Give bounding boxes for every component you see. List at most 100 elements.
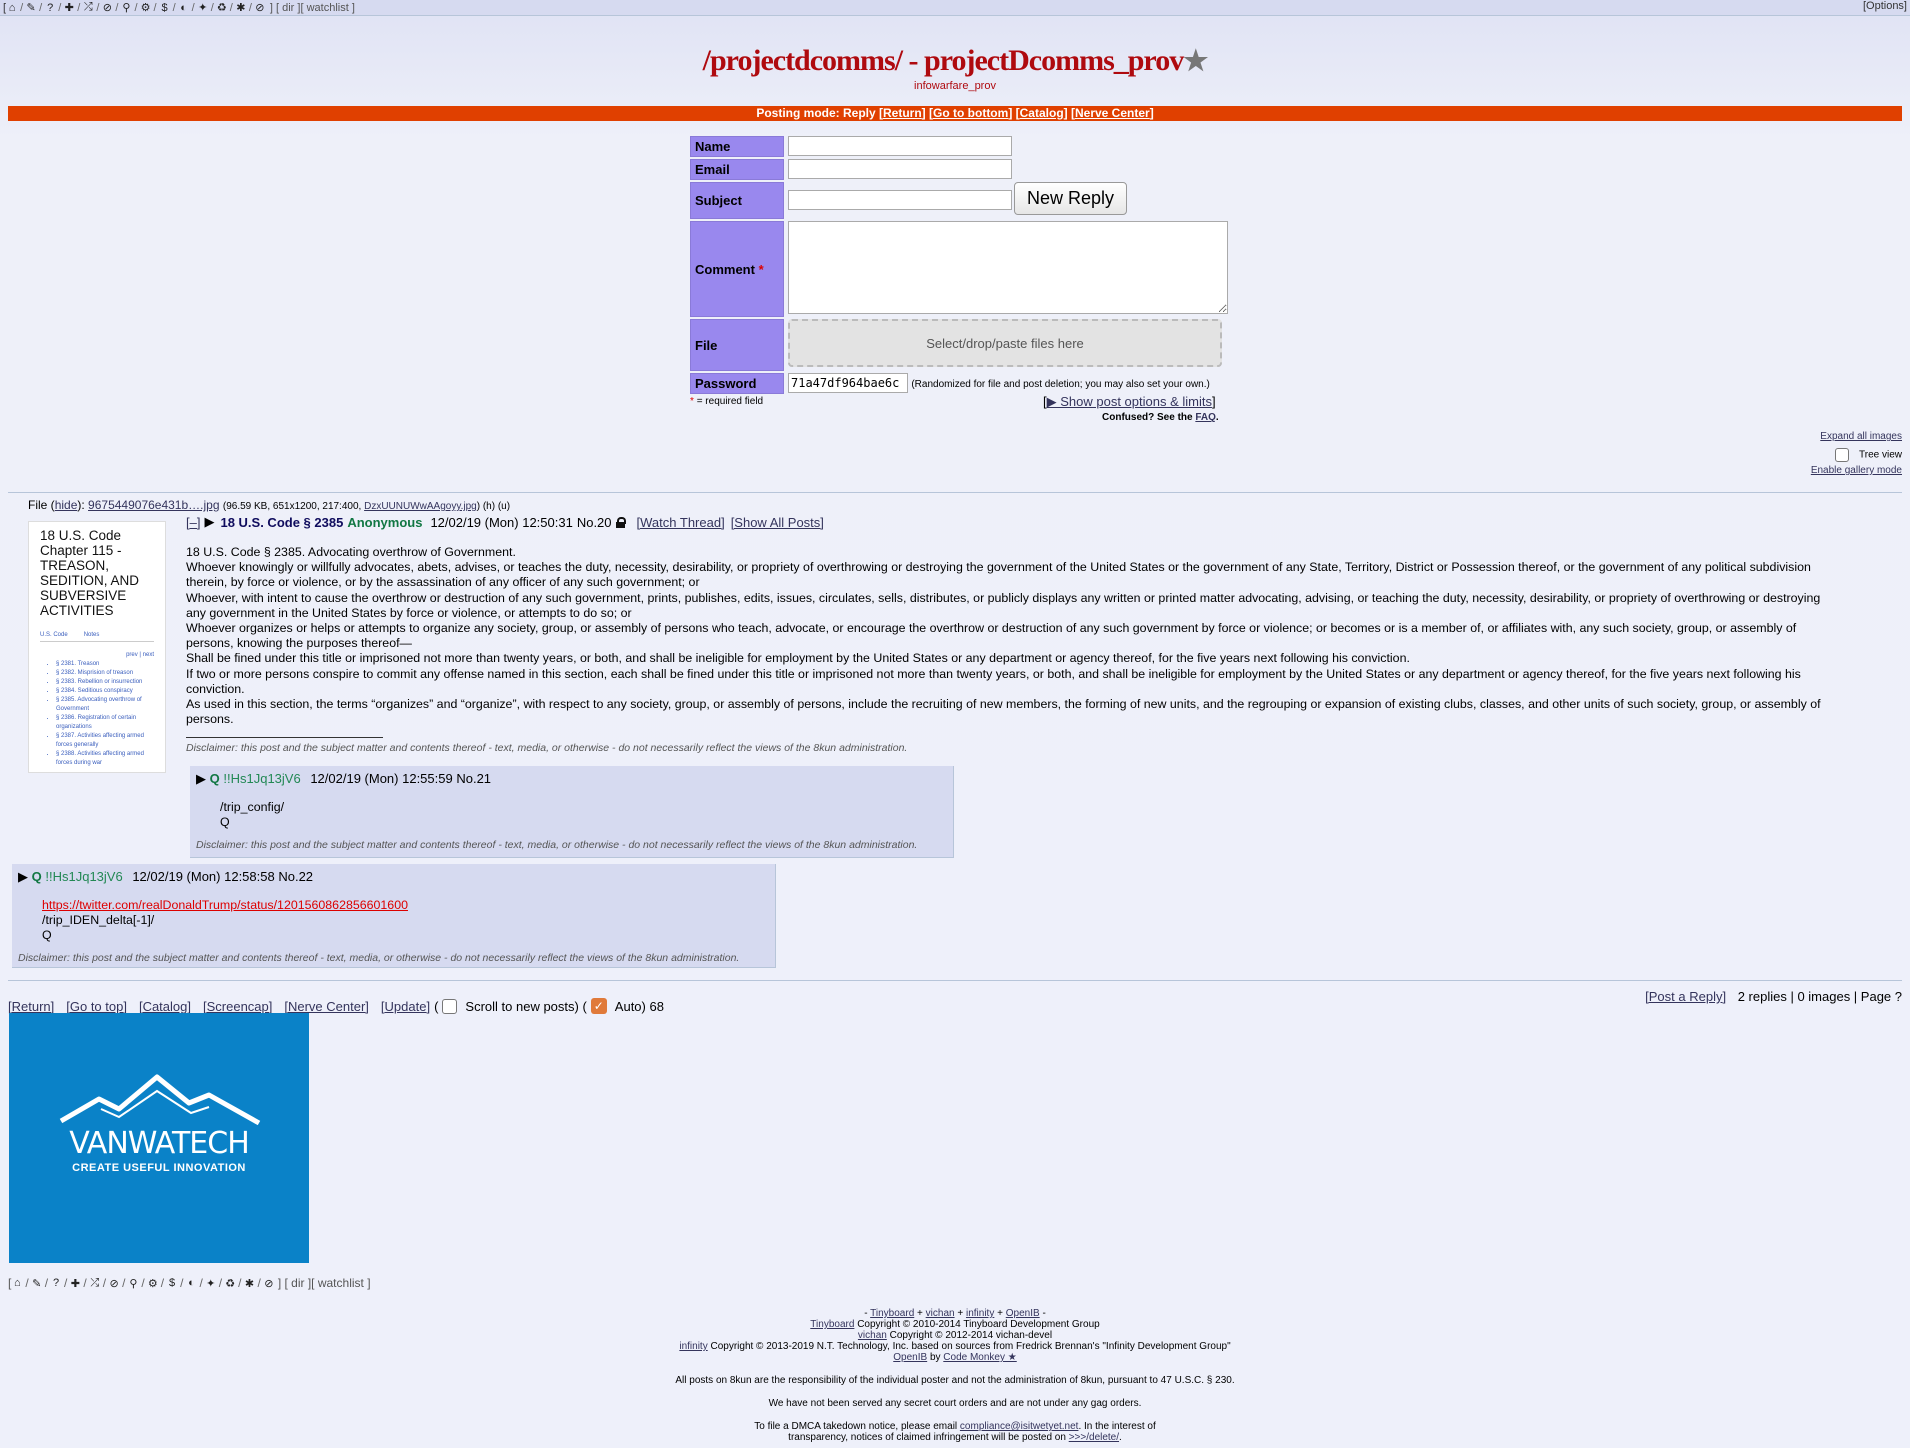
- op-body-line: Whoever, with intent to cause the overth…: [186, 590, 1821, 620]
- file-label: File: [690, 319, 784, 371]
- tinyboard-link[interactable]: Tinyboard: [810, 1319, 854, 1330]
- show-options-link[interactable]: ▶ Show post options & limits: [1047, 394, 1212, 409]
- options-link[interactable]: [Options]: [1863, 0, 1907, 12]
- reply-disclaimer: Disclaimer: this post and the subject ma…: [196, 839, 918, 851]
- post-a-reply-link[interactable]: [Post a Reply]: [1645, 989, 1726, 1004]
- search-icon[interactable]: ⚲: [120, 1, 132, 14]
- dollar-icon[interactable]: $: [159, 2, 171, 14]
- ban-icon[interactable]: ⊘: [108, 1277, 120, 1290]
- delete-board-link[interactable]: >>>/delete/: [1069, 1432, 1119, 1443]
- faq-link[interactable]: FAQ: [1195, 412, 1216, 423]
- slash-circle-icon[interactable]: ⊘: [254, 1, 266, 14]
- code-monkey-link[interactable]: Code Monkey ★: [943, 1352, 1016, 1363]
- shuffle-icon[interactable]: ⤮: [82, 1, 94, 14]
- contrast-icon[interactable]: ◐: [185, 1277, 197, 1289]
- gear-icon[interactable]: ⚙: [147, 1277, 159, 1290]
- openib-link[interactable]: OpenIB: [1006, 1308, 1040, 1319]
- post-menu-arrow-icon[interactable]: ▶: [196, 771, 206, 786]
- name-label: Name: [690, 136, 784, 157]
- tags-icon[interactable]: ✎: [31, 1277, 43, 1290]
- scroll-new-posts-checkbox[interactable]: [442, 998, 458, 1014]
- infinity-link[interactable]: infinity: [679, 1341, 707, 1352]
- email-input[interactable]: [788, 159, 1012, 179]
- dir-link[interactable]: dir: [291, 1276, 304, 1290]
- expand-all-images-link[interactable]: Expand all images: [1820, 431, 1902, 442]
- question-icon[interactable]: ?: [44, 2, 56, 14]
- question-icon[interactable]: ?: [50, 1277, 62, 1289]
- watchlist-link[interactable]: watchlist: [318, 1276, 364, 1290]
- return-link[interactable]: [Return]: [8, 999, 54, 1014]
- dollar-icon[interactable]: $: [166, 1277, 178, 1289]
- banner-tagline: CREATE USEFUL INNOVATION: [72, 1162, 246, 1174]
- thread-stats: [Post a Reply] 2 replies | 0 images | Pa…: [1645, 989, 1902, 1004]
- top-links: ] [ dir ][ watchlist ]: [269, 1, 355, 14]
- dmca-email-link[interactable]: compliance@isitwetyet.net: [960, 1421, 1079, 1432]
- watchlist-link[interactable]: watchlist: [307, 2, 349, 14]
- twitter-icon[interactable]: ✦: [197, 1, 209, 14]
- favorite-star-icon[interactable]: ★: [1183, 46, 1208, 77]
- dir-link[interactable]: dir: [282, 2, 294, 14]
- go-to-bottom-link[interactable]: Go to bottom: [933, 106, 1008, 120]
- post-menu-arrow-icon[interactable]: ▶: [204, 514, 214, 530]
- nerve-center-link[interactable]: Nerve Center: [1075, 106, 1150, 120]
- post-form: Name Email Subject New Reply Comment * F…: [688, 134, 1232, 396]
- reply-post-number[interactable]: No.22: [278, 869, 313, 884]
- comment-textarea[interactable]: [788, 221, 1228, 314]
- original-filename-link[interactable]: DzxUUNUWwAAgoyy.jpg: [364, 501, 477, 512]
- file-dropzone[interactable]: Select/drop/paste files here: [788, 319, 1222, 367]
- plus-icon[interactable]: ✚: [63, 1, 75, 14]
- show-all-posts-link[interactable]: [Show All Posts]: [731, 515, 824, 530]
- collapse-post-link[interactable]: [–]: [186, 515, 200, 530]
- post-menu-arrow-icon[interactable]: ▶: [18, 869, 28, 884]
- op-post-body: 18 U.S. Code § 2385. Advocating overthro…: [186, 545, 1836, 757]
- op-thumbnail[interactable]: 18 U.S. Code Chapter 115 - TREASON, SEDI…: [28, 521, 166, 773]
- recycle-icon[interactable]: ♻: [216, 1, 228, 14]
- return-link[interactable]: Return: [883, 106, 922, 120]
- vichan-link[interactable]: vichan: [926, 1308, 955, 1319]
- reply-date: 12/02/19 (Mon) 12:55:59: [310, 771, 453, 786]
- openib-link[interactable]: OpenIB: [893, 1352, 927, 1363]
- home-icon[interactable]: ⌂: [6, 2, 18, 14]
- go-to-top-link[interactable]: [Go to top]: [66, 999, 127, 1014]
- name-input[interactable]: [788, 136, 1012, 156]
- show-post-options[interactable]: [▶ Show post options & limits]: [1043, 394, 1216, 410]
- bug-icon[interactable]: ✱: [243, 1277, 255, 1290]
- twitter-icon[interactable]: ✦: [205, 1277, 217, 1290]
- auto-update-checkbox[interactable]: ✓: [590, 998, 607, 1014]
- legal-notice: All posts on 8kun are the responsibility…: [675, 1375, 1235, 1386]
- catalog-link[interactable]: [Catalog]: [139, 999, 191, 1014]
- nerve-center-link[interactable]: [Nerve Center]: [284, 999, 369, 1014]
- watch-thread-link[interactable]: [Watch Thread]: [637, 515, 725, 530]
- op-post-number[interactable]: No.20: [577, 515, 612, 530]
- advertisement-banner[interactable]: VANWATECH CREATE USEFUL INNOVATION: [9, 1013, 309, 1263]
- search-icon[interactable]: ⚲: [127, 1277, 139, 1290]
- password-input[interactable]: [788, 373, 908, 393]
- reply-post-number[interactable]: No.21: [456, 771, 491, 786]
- home-icon[interactable]: ⌂: [11, 1277, 23, 1289]
- tags-icon[interactable]: ✎: [25, 1, 37, 14]
- board-title-text: /projectdcomms/ - projectDcomms_prov: [702, 44, 1185, 77]
- gear-icon[interactable]: ⚙: [140, 1, 152, 14]
- screencap-link[interactable]: [Screencap]: [203, 999, 272, 1014]
- op-date: 12/02/19 (Mon) 12:50:31: [430, 514, 573, 530]
- infinity-link[interactable]: infinity: [966, 1308, 994, 1319]
- bug-icon[interactable]: ✱: [235, 1, 247, 14]
- new-reply-button[interactable]: New Reply: [1014, 182, 1128, 215]
- update-link[interactable]: [Update]: [381, 999, 430, 1014]
- hide-file-link[interactable]: hide: [55, 498, 78, 512]
- tree-view-checkbox[interactable]: [1835, 448, 1850, 462]
- twitter-status-link[interactable]: https://twitter.com/realDonaldTrump/stat…: [42, 898, 408, 912]
- contrast-icon[interactable]: ◐: [178, 2, 190, 14]
- slash-circle-icon[interactable]: ⊘: [263, 1277, 275, 1290]
- tinyboard-link[interactable]: Tinyboard: [870, 1308, 914, 1319]
- plus-icon[interactable]: ✚: [69, 1277, 81, 1290]
- file-name-link[interactable]: 9675449076e431b….jpg: [88, 498, 219, 512]
- subject-input[interactable]: [788, 189, 1012, 210]
- catalog-link[interactable]: Catalog: [1020, 106, 1064, 120]
- op-file-info: File (hide): 9675449076e431b….jpg (96.59…: [28, 498, 511, 512]
- recycle-icon[interactable]: ♻: [224, 1277, 236, 1290]
- vichan-link[interactable]: vichan: [858, 1330, 887, 1341]
- ban-icon[interactable]: ⊘: [101, 1, 113, 14]
- shuffle-icon[interactable]: ⤮: [89, 1277, 101, 1290]
- gallery-mode-link[interactable]: Enable gallery mode: [1811, 465, 1902, 476]
